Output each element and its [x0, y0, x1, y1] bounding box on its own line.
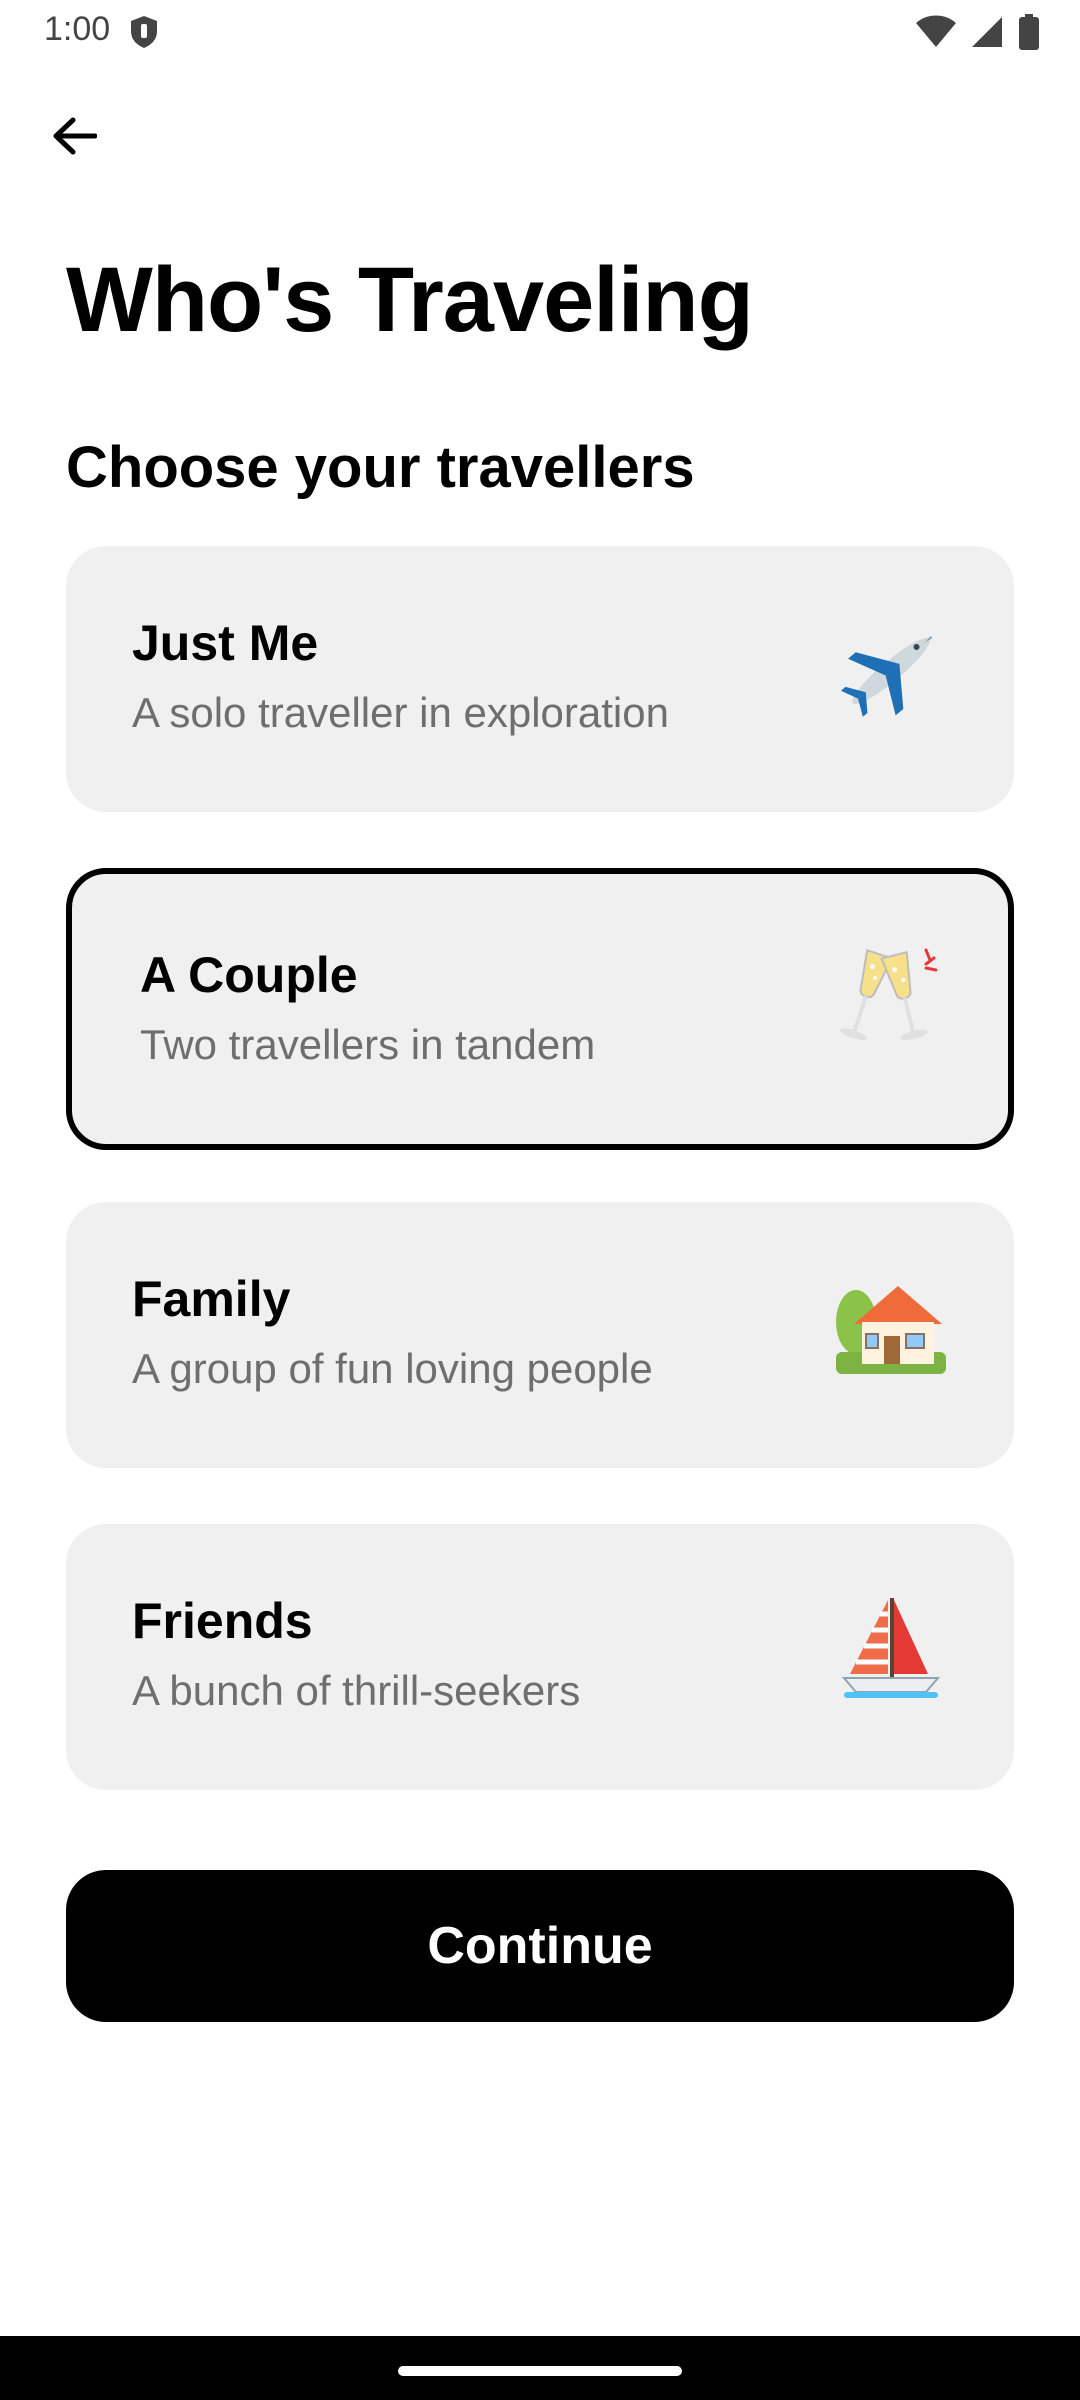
battery-icon	[1018, 14, 1040, 50]
option-title: Just Me	[132, 615, 319, 671]
traveller-options: Just Me A solo traveller in exploration …	[66, 546, 1014, 1846]
status-icons	[916, 14, 1040, 50]
option-family[interactable]: Family A group of fun loving people	[66, 1202, 1014, 1468]
option-a-couple[interactable]: A Couple Two travellers in tandem	[66, 868, 1014, 1150]
airplane-icon	[836, 616, 946, 726]
status-time: 1:00	[44, 10, 111, 48]
option-description: Two travellers in tandem	[140, 1021, 596, 1068]
wifi-icon	[916, 15, 956, 49]
option-just-me[interactable]: Just Me A solo traveller in exploration	[66, 546, 1014, 812]
page-title: Who's Traveling	[66, 249, 754, 351]
continue-button[interactable]: Continue	[66, 1870, 1014, 2022]
sailboat-icon	[836, 1594, 946, 1704]
option-title: Friends	[132, 1593, 313, 1649]
option-friends[interactable]: Friends A bunch of thrill-seekers	[66, 1524, 1014, 1790]
house-icon	[836, 1272, 946, 1382]
option-title: A Couple	[140, 947, 358, 1003]
option-description: A group of fun loving people	[132, 1345, 653, 1392]
status-bar: 1:00	[0, 0, 1080, 64]
champagne-glasses-icon	[830, 944, 940, 1054]
option-description: A bunch of thrill-seekers	[132, 1667, 581, 1714]
back-button[interactable]	[40, 104, 108, 172]
cellular-icon	[970, 15, 1004, 49]
option-description: A solo traveller in exploration	[132, 689, 669, 736]
shield-icon	[128, 14, 160, 50]
arrow-left-icon	[51, 116, 98, 161]
section-subtitle: Choose your travellers	[66, 435, 695, 500]
option-title: Family	[132, 1271, 291, 1327]
home-indicator[interactable]	[398, 2366, 682, 2376]
